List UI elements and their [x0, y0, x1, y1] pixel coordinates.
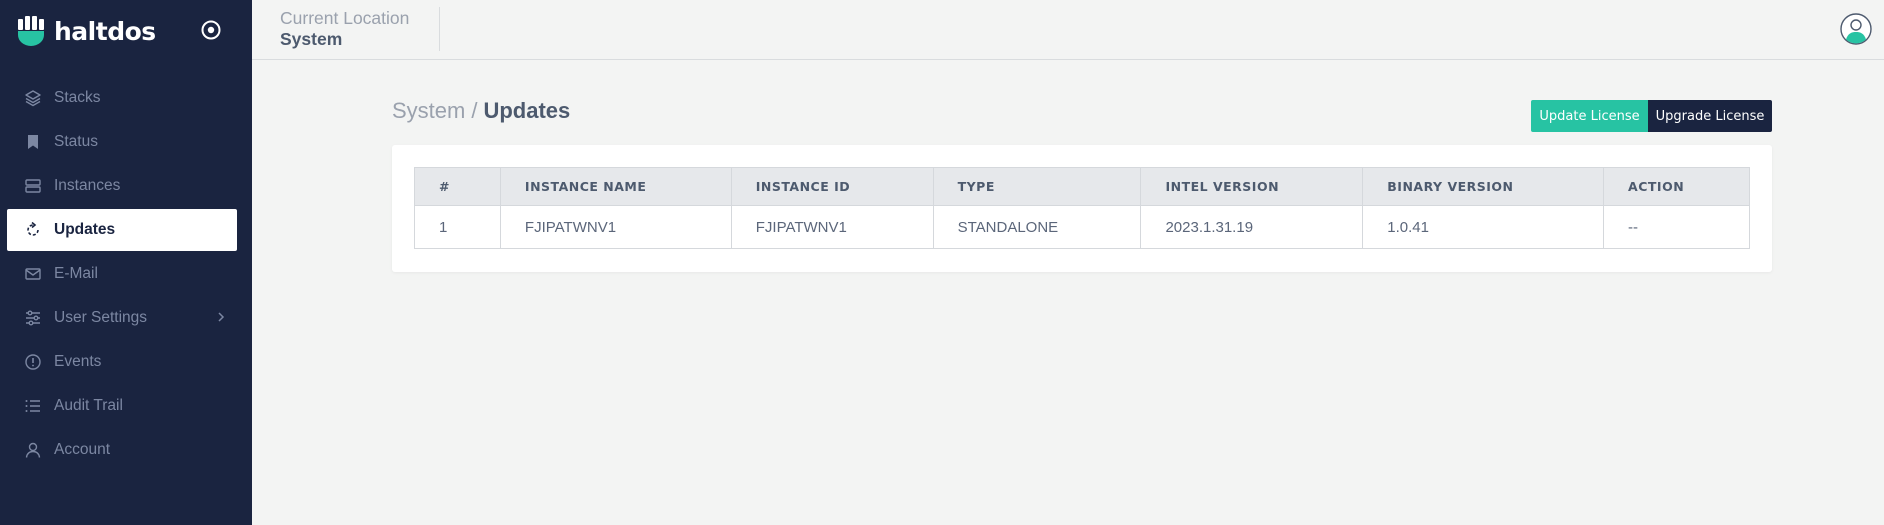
haltdos-logo-icon	[18, 16, 44, 46]
target-icon[interactable]	[200, 19, 222, 41]
sidebar-item-email[interactable]: E-Mail	[0, 253, 252, 295]
column-header-action: ACTION	[1603, 167, 1750, 206]
sidebar-item-user-settings[interactable]: User Settings	[0, 297, 252, 339]
cell-index: 1	[414, 205, 501, 249]
cell-binary-version: 1.0.41	[1362, 205, 1605, 249]
sidebar-item-label: Status	[54, 133, 98, 150]
sidebar-item-label: Audit Trail	[54, 397, 123, 414]
sidebar: haltdos Stacks Status Instances Updates …	[0, 0, 252, 525]
sidebar-item-label: Instances	[54, 177, 121, 194]
cell-instance-id: FJIPATWNV1	[730, 205, 934, 249]
updates-table: # INSTANCE NAME INSTANCE ID TYPE INTEL V…	[414, 167, 1750, 249]
column-header-instance-name: INSTANCE NAME	[499, 167, 732, 206]
update-license-button[interactable]: Update License	[1531, 100, 1648, 132]
layers-icon	[24, 89, 42, 107]
sidebar-item-label: Updates	[54, 221, 116, 238]
sidebar-item-label: User Settings	[54, 309, 148, 326]
user-icon	[24, 441, 42, 459]
upgrade-license-button[interactable]: Upgrade License	[1648, 100, 1772, 132]
top-bar: Current Location System	[252, 0, 1884, 60]
sidebar-item-stacks[interactable]: Stacks	[0, 77, 252, 119]
list-icon	[24, 397, 42, 415]
updates-card: # INSTANCE NAME INSTANCE ID TYPE INTEL V…	[392, 145, 1772, 272]
column-header-instance-id: INSTANCE ID	[730, 167, 934, 206]
cell-instance-name: FJIPATWNV1	[499, 205, 732, 249]
alert-circle-icon	[24, 353, 42, 371]
page-title: Updates	[483, 98, 571, 123]
breadcrumb-separator: /	[471, 98, 478, 123]
sidebar-item-events[interactable]: Events	[0, 341, 252, 383]
cell-type: STANDALONE	[932, 205, 1142, 249]
breadcrumb-parent[interactable]: System	[392, 98, 465, 123]
bookmark-icon	[24, 133, 42, 151]
brand-name: haltdos	[54, 16, 156, 46]
sidebar-item-label: Account	[54, 441, 111, 458]
column-header-intel-version: INTEL VERSION	[1140, 167, 1364, 206]
header-divider	[439, 7, 440, 51]
table-header-row: # INSTANCE NAME INSTANCE ID TYPE INTEL V…	[414, 167, 1750, 206]
cell-intel-version: 2023.1.31.19	[1140, 205, 1364, 249]
breadcrumb: System / Updates	[392, 98, 570, 124]
sidebar-item-label: Stacks	[54, 89, 101, 106]
refresh-icon	[24, 221, 42, 239]
brand[interactable]: haltdos	[18, 14, 156, 48]
sidebar-item-status[interactable]: Status	[0, 121, 252, 163]
table-row: 1 FJIPATWNV1 FJIPATWNV1 STANDALONE 2023.…	[414, 205, 1750, 249]
sliders-icon	[24, 309, 42, 327]
sidebar-item-account[interactable]: Account	[0, 429, 252, 471]
column-header-index: #	[414, 167, 501, 206]
sidebar-item-label: Events	[54, 353, 102, 370]
mail-icon	[24, 265, 42, 283]
cell-action: --	[1603, 205, 1750, 249]
sidebar-item-label: E-Mail	[54, 265, 98, 282]
sidebar-item-audit-trail[interactable]: Audit Trail	[0, 385, 252, 427]
sidebar-item-updates[interactable]: Updates	[7, 209, 237, 251]
chevron-right-icon	[218, 312, 225, 322]
column-header-binary-version: BINARY VERSION	[1362, 167, 1605, 206]
user-avatar-icon[interactable]	[1840, 13, 1872, 45]
current-location-label: Current Location	[280, 8, 410, 28]
sidebar-nav: Stacks Status Instances Updates E-Mail U…	[0, 77, 252, 473]
current-location-value: System	[280, 29, 343, 49]
sidebar-item-instances[interactable]: Instances	[0, 165, 252, 207]
column-header-type: TYPE	[932, 167, 1142, 206]
server-icon	[24, 177, 42, 195]
